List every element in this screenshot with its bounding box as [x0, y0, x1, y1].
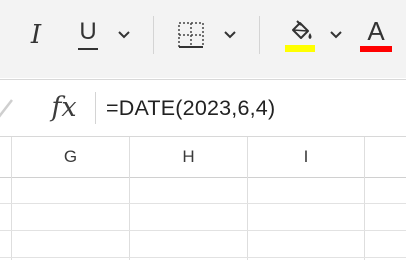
fill-color-button[interactable]: [280, 14, 320, 56]
paint-bucket-icon: [292, 20, 312, 39]
underline-label: U: [79, 18, 97, 45]
fx-label: fx: [51, 92, 77, 123]
font-color-button[interactable]: A: [358, 14, 394, 56]
ribbon-toolbar: I U A: [0, 0, 406, 78]
formula-bar-divider: [95, 92, 96, 124]
cancel-icon[interactable]: [0, 96, 16, 120]
formula-bar: fx =DATE(2023,6,4): [0, 79, 406, 137]
borders-icon: [178, 22, 204, 48]
italic-label: I: [30, 20, 42, 50]
toolbar-divider: [153, 16, 154, 54]
row-gridline: [0, 203, 406, 204]
font-color-swatch: [360, 46, 392, 52]
grid-cell[interactable]: [130, 178, 247, 203]
column-header-g[interactable]: G: [12, 137, 129, 177]
chevron-down-icon[interactable]: [221, 26, 239, 44]
fill-color-swatch: [285, 45, 315, 52]
underline-bar-icon: [78, 48, 98, 50]
column-header-i[interactable]: I: [248, 137, 364, 177]
toolbar-divider: [259, 16, 260, 54]
grid-cell[interactable]: [248, 178, 364, 203]
font-color-label: A: [367, 16, 385, 46]
column-header-h[interactable]: H: [130, 137, 247, 177]
column-header-row: G H I: [0, 137, 406, 178]
insert-function-button[interactable]: fx: [44, 88, 84, 128]
row-gridline: [0, 257, 406, 258]
column-gridline: [364, 137, 365, 260]
chevron-down-icon[interactable]: [327, 26, 345, 44]
row-gridline: [0, 230, 406, 231]
chevron-down-icon[interactable]: [115, 26, 133, 44]
underline-button[interactable]: U: [72, 14, 104, 56]
italic-button[interactable]: I: [20, 14, 52, 56]
grid-cell[interactable]: [12, 178, 129, 203]
borders-button[interactable]: [172, 14, 210, 56]
formula-input[interactable]: =DATE(2023,6,4): [106, 88, 396, 128]
